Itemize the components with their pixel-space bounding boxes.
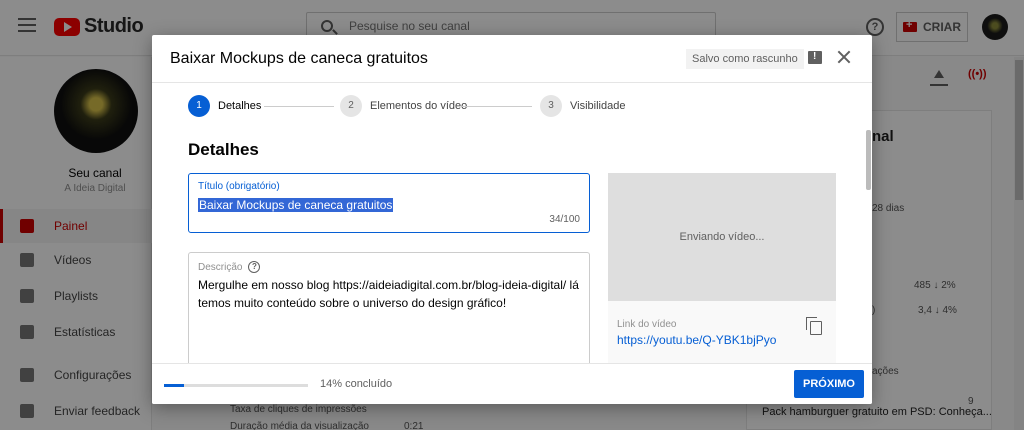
title-field[interactable]: Título (obrigatório) Baixar Mockups de c… (188, 173, 590, 233)
copy-icon[interactable] (806, 317, 822, 335)
description-input[interactable]: Mergulhe em nosso blog https://aideiadig… (198, 276, 580, 312)
description-label: Descrição ? (198, 261, 261, 273)
video-link[interactable]: https://youtu.be/Q-YBK1bjPyo (617, 333, 776, 347)
step-2-label[interactable]: Elementos do vídeo (370, 100, 467, 112)
step-3-number[interactable]: 3 (540, 95, 562, 117)
step-1-number[interactable]: 1 (188, 95, 210, 117)
step-2-number[interactable]: 2 (340, 95, 362, 117)
draft-status-badge: Salvo como rascunho (686, 49, 804, 69)
dialog-scrollbar[interactable] (866, 130, 871, 190)
step-connector (462, 106, 532, 107)
upload-progress-text: 14% concluído (320, 378, 393, 390)
video-preview-panel: Enviando vídeo... Link do vídeo https://… (608, 173, 836, 393)
step-connector (264, 106, 334, 107)
upload-progress-bar (164, 384, 308, 387)
dialog-header: Baixar Mockups de caneca gratuitos Salvo… (152, 35, 872, 83)
upload-details-dialog: Baixar Mockups de caneca gratuitos Salvo… (152, 35, 872, 404)
upload-status: Enviando vídeo... (679, 231, 765, 243)
dialog-footer: 14% concluído PRÓXIMO (152, 363, 872, 404)
feedback-icon[interactable] (808, 51, 822, 64)
title-input[interactable]: Baixar Mockups de caneca gratuitos (198, 198, 394, 212)
stepper: 1 Detalhes 2 Elementos do vídeo 3 Visibi… (188, 95, 658, 119)
video-preview: Enviando vídeo... (608, 173, 836, 301)
upload-progress-fill (164, 384, 185, 387)
close-icon[interactable] (836, 49, 852, 65)
description-field[interactable]: Descrição ? Mergulhe em nosso blog https… (188, 252, 590, 372)
next-button[interactable]: PRÓXIMO (794, 370, 864, 398)
section-title: Detalhes (188, 140, 259, 159)
dialog-title: Baixar Mockups de caneca gratuitos (170, 50, 428, 67)
step-3-label[interactable]: Visibilidade (570, 100, 625, 112)
description-label-text: Descrição (198, 261, 243, 273)
title-field-label: Título (obrigatório) (198, 181, 280, 192)
title-char-count: 34/100 (549, 214, 580, 225)
help-icon[interactable]: ? (248, 261, 261, 273)
video-link-label: Link do vídeo (617, 319, 677, 330)
step-1-label[interactable]: Detalhes (218, 100, 261, 112)
